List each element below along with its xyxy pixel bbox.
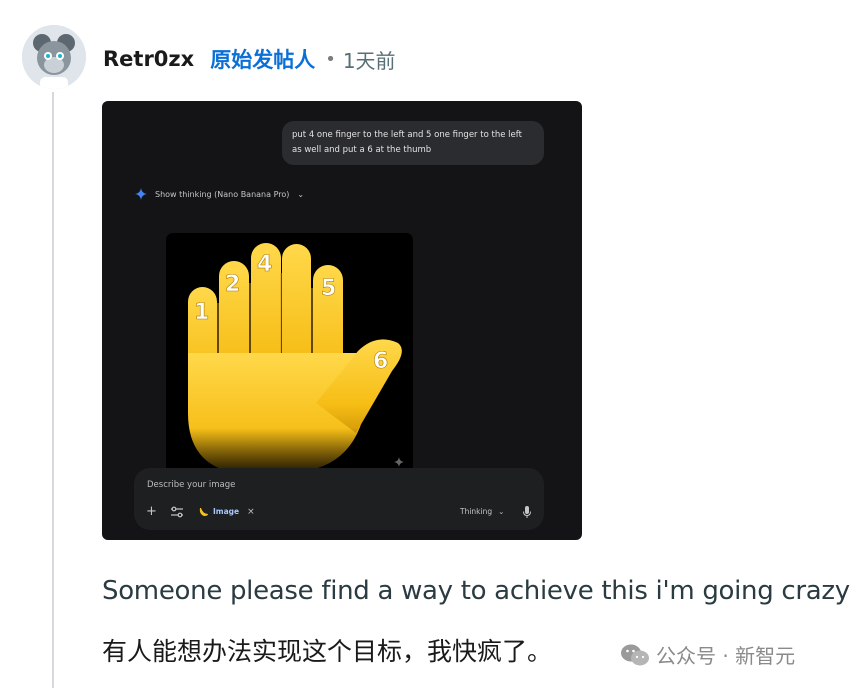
finger-number-6: 6 (373, 349, 388, 374)
generated-hand-image[interactable]: 1 2 4 5 6 (166, 233, 413, 473)
prompt-input-box[interactable]: Describe your image + Image × Thinking ⌄ (134, 468, 544, 530)
thread-line (52, 92, 54, 688)
show-thinking-toggle[interactable]: Show thinking (Nano Banana Pro) ⌄ (135, 188, 304, 200)
microphone-icon[interactable] (522, 505, 532, 519)
sparkle-icon (135, 188, 147, 200)
chevron-down-icon: ⌄ (297, 189, 305, 199)
comment-text-zh: 有人能想办法实现这个目标，我快疯了。 (102, 637, 553, 666)
finger-number-4: 4 (257, 252, 272, 277)
prompt-input-placeholder: Describe your image (147, 480, 236, 490)
comment-header: Retr0zx 原始发帖人 • 1天前 (103, 42, 396, 76)
wechat-watermark: 公众号 · 新智元 (620, 640, 795, 669)
image-tool-chip[interactable]: Image × (198, 506, 255, 517)
chevron-down-icon: ⌄ (498, 507, 505, 516)
username[interactable]: Retr0zx (103, 47, 194, 71)
wechat-icon (621, 644, 649, 665)
finger-number-5: 5 (321, 276, 336, 301)
finger-number-2: 2 (225, 272, 240, 297)
banana-icon (199, 508, 208, 516)
comment-text-en: Someone please find a way to achieve thi… (102, 576, 850, 606)
tools-sliders-icon[interactable] (170, 505, 184, 519)
timestamp[interactable]: 1天前 (343, 45, 396, 74)
separator-dot: • (325, 48, 336, 70)
attached-screenshot[interactable]: put 4 one finger to the left and 5 one f… (102, 101, 582, 540)
user-prompt-bubble: put 4 one finger to the left and 5 one f… (282, 121, 544, 165)
close-icon[interactable]: × (247, 507, 255, 517)
mode-label: Thinking (460, 507, 493, 516)
plus-icon[interactable]: + (146, 504, 157, 519)
op-tag: 原始发帖人 (210, 48, 316, 72)
watermark-text: 公众号 · 新智元 (656, 644, 796, 668)
show-thinking-label: Show thinking (Nano Banana Pro) (155, 189, 290, 199)
user-avatar[interactable] (22, 25, 86, 89)
image-chip-label: Image (213, 507, 240, 516)
finger-number-1: 1 (194, 300, 209, 325)
mode-selector[interactable]: Thinking ⌄ (460, 507, 504, 516)
